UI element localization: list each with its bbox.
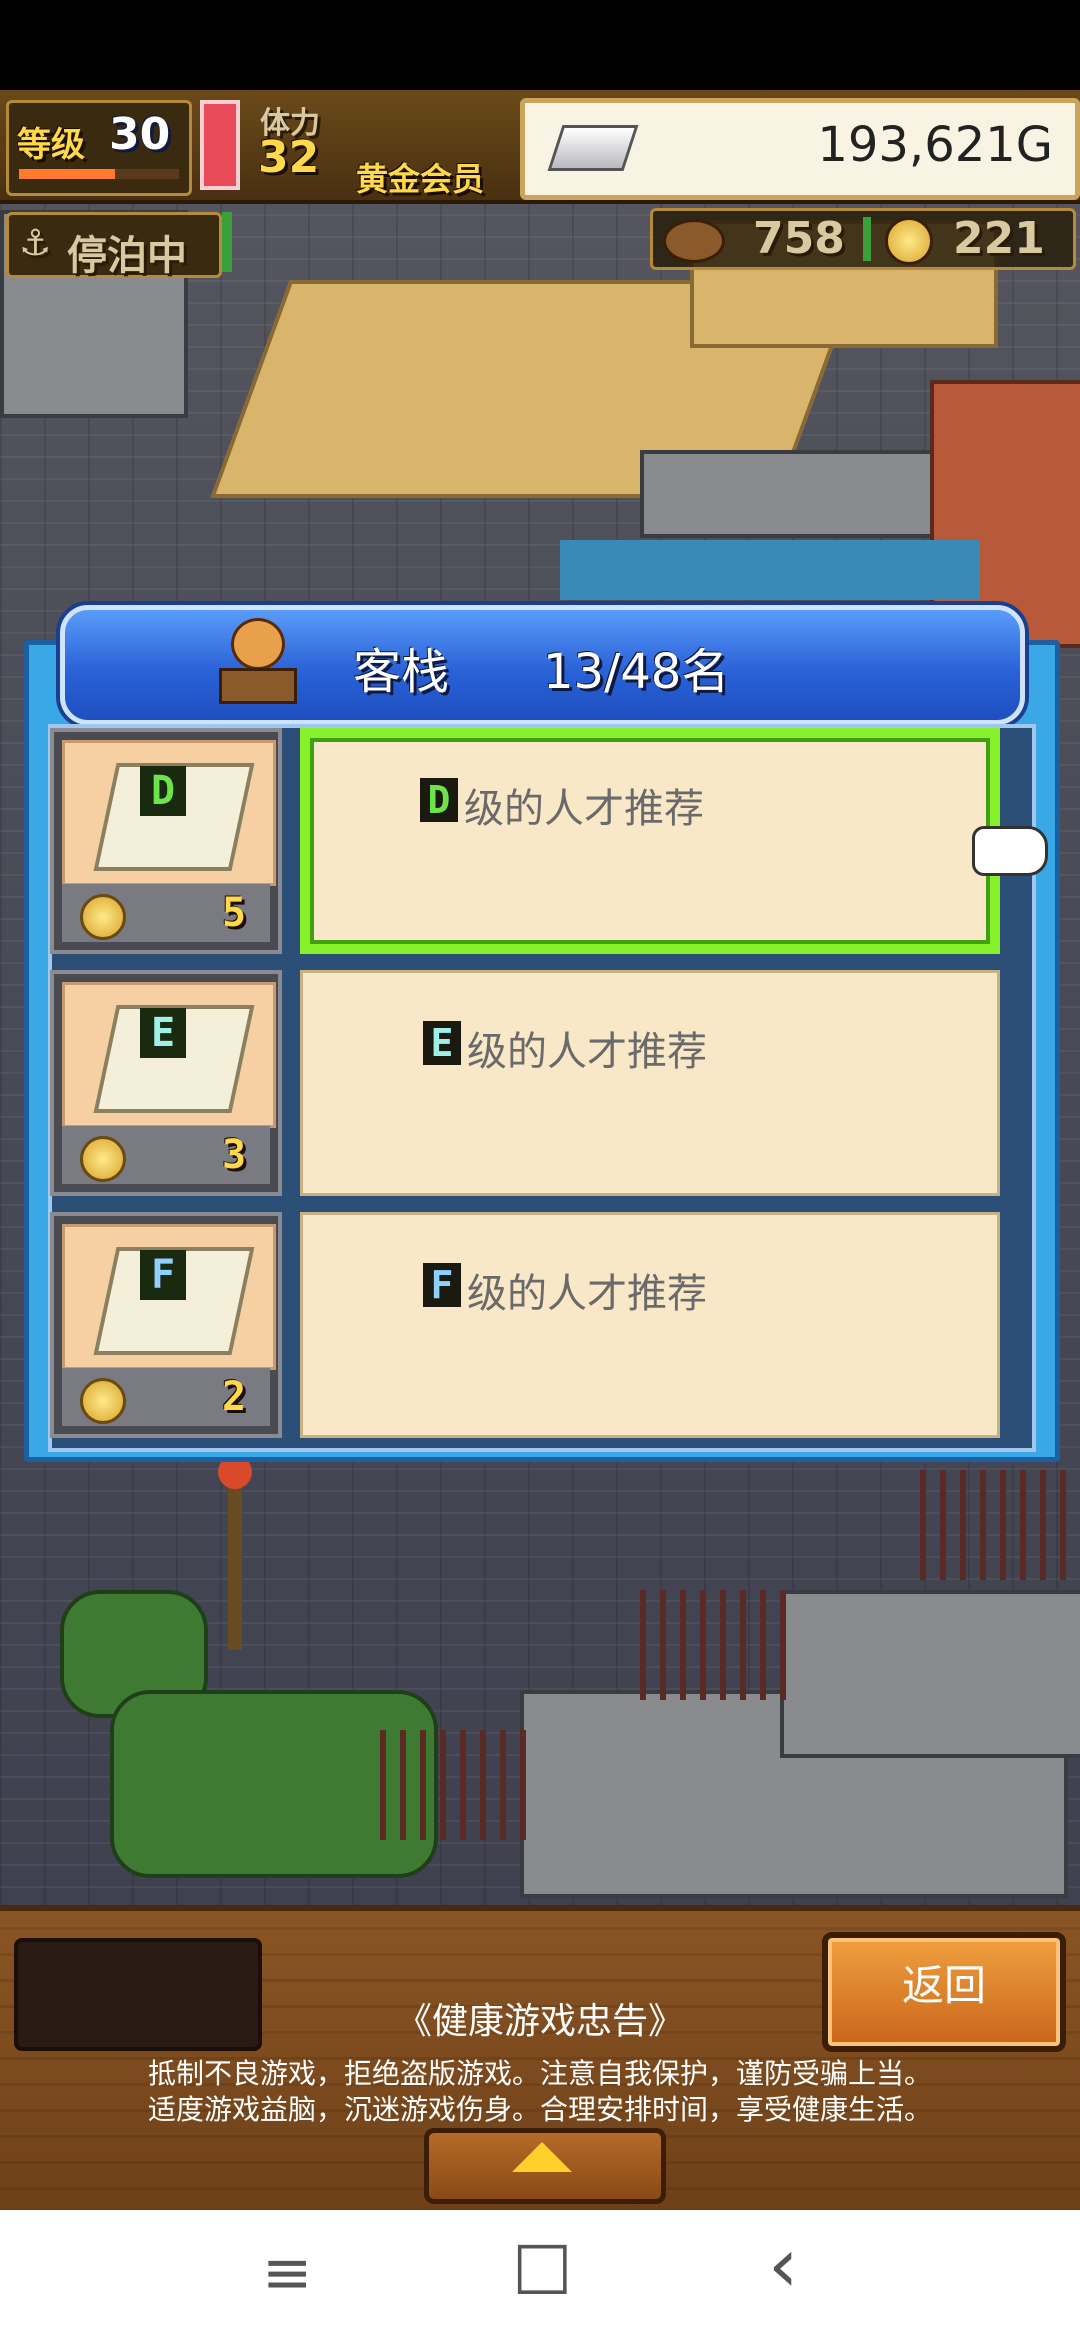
cost-f: 2 <box>222 1374 247 1420</box>
resource-divider <box>863 217 871 261</box>
home-icon[interactable]: □ <box>512 2228 572 2302</box>
gold-amount: 193,621G <box>817 117 1053 173</box>
exp-bar-track <box>19 169 179 179</box>
pointer-hand-icon <box>972 826 1048 876</box>
rank-letter-f: F <box>140 1250 186 1300</box>
recommend-label-d: 级的人才推荐 <box>464 786 704 832</box>
coin-icon <box>885 217 933 265</box>
notice-title: 《健康游戏忠告》 <box>395 2001 684 2042</box>
fortress-tower <box>780 1590 1080 1758</box>
innkeeper-icon <box>215 618 297 706</box>
resource-a-value: 758 <box>753 213 845 264</box>
navigation-bar: ≡ □ ‹ <box>0 2210 1080 2340</box>
stamina-gauge <box>200 100 240 190</box>
dialog-title: 客栈 <box>353 644 450 700</box>
rank-badge-d: D <box>420 778 458 822</box>
recommend-row-e[interactable]: E 级的人才推荐 <box>300 970 1000 1196</box>
cost-d: 5 <box>222 890 247 936</box>
rank-letter-d: D <box>140 766 186 816</box>
resource-b-value: 221 <box>953 213 1045 264</box>
coin-icon <box>80 894 126 940</box>
rank-badge-f: F <box>423 1263 461 1307</box>
canal-water <box>560 540 980 600</box>
back-icon[interactable]: ‹ <box>768 2220 798 2309</box>
recommend-row-f[interactable]: F 级的人才推荐 <box>300 1212 1000 1438</box>
rank-badge-e: E <box>423 1021 461 1065</box>
recommend-icon-d[interactable]: D 5 <box>50 728 282 954</box>
coin-icon <box>80 1136 126 1182</box>
recommend-icon-f[interactable]: F 2 <box>50 1212 282 1438</box>
recommend-label-f: 级的人才推荐 <box>467 1271 707 1317</box>
exp-bar-fill <box>19 169 115 179</box>
silver-ingot-icon <box>547 125 639 171</box>
fence <box>380 1730 530 1840</box>
fence <box>640 1590 790 1700</box>
status-bar <box>0 0 1080 90</box>
cost-e: 3 <box>222 1132 247 1178</box>
recommend-icon-e[interactable]: E 3 <box>50 970 282 1196</box>
level-box: 等级 30 <box>6 100 192 196</box>
fence <box>920 1470 1070 1580</box>
coin-icon <box>80 1378 126 1424</box>
gold-panel: 193,621G <box>520 98 1080 200</box>
menu-icon[interactable]: ≡ <box>262 2238 312 2308</box>
up-arrow-icon <box>512 2142 572 2172</box>
recommend-row-d[interactable]: D 级的人才推荐 <box>300 728 1000 954</box>
dialog-header: 客栈 13/48名 <box>60 605 1025 725</box>
rank-letter-e: E <box>140 1008 186 1058</box>
membership-badge: 黄金会员 <box>356 160 485 198</box>
level-label: 等级 <box>17 125 85 165</box>
stamina-value: 32 <box>258 132 320 183</box>
stone-wall <box>640 450 948 538</box>
level-value: 30 <box>109 109 171 160</box>
recommend-label-e: 级的人才推荐 <box>467 1029 707 1075</box>
anchor-icon: ⚓ <box>19 223 52 264</box>
resource-bar: 758 221 <box>650 208 1076 270</box>
torch-post <box>228 1470 242 1650</box>
dialog-count: 13/48名 <box>543 644 730 700</box>
notice-line-2: 适度游戏益脑，沉迷游戏伤身。合理安排时间，享受健康生活。 <box>147 2093 932 2126</box>
moored-status[interactable]: ⚓ 停泊中 <box>6 212 222 279</box>
notice-line-1: 抵制不良游戏，拒绝盗版游戏。注意自我保护，谨防受骗上当。 <box>147 2057 932 2090</box>
food-icon <box>663 219 725 263</box>
moored-label: 停泊中 <box>67 233 187 279</box>
status-indicator <box>222 212 232 272</box>
